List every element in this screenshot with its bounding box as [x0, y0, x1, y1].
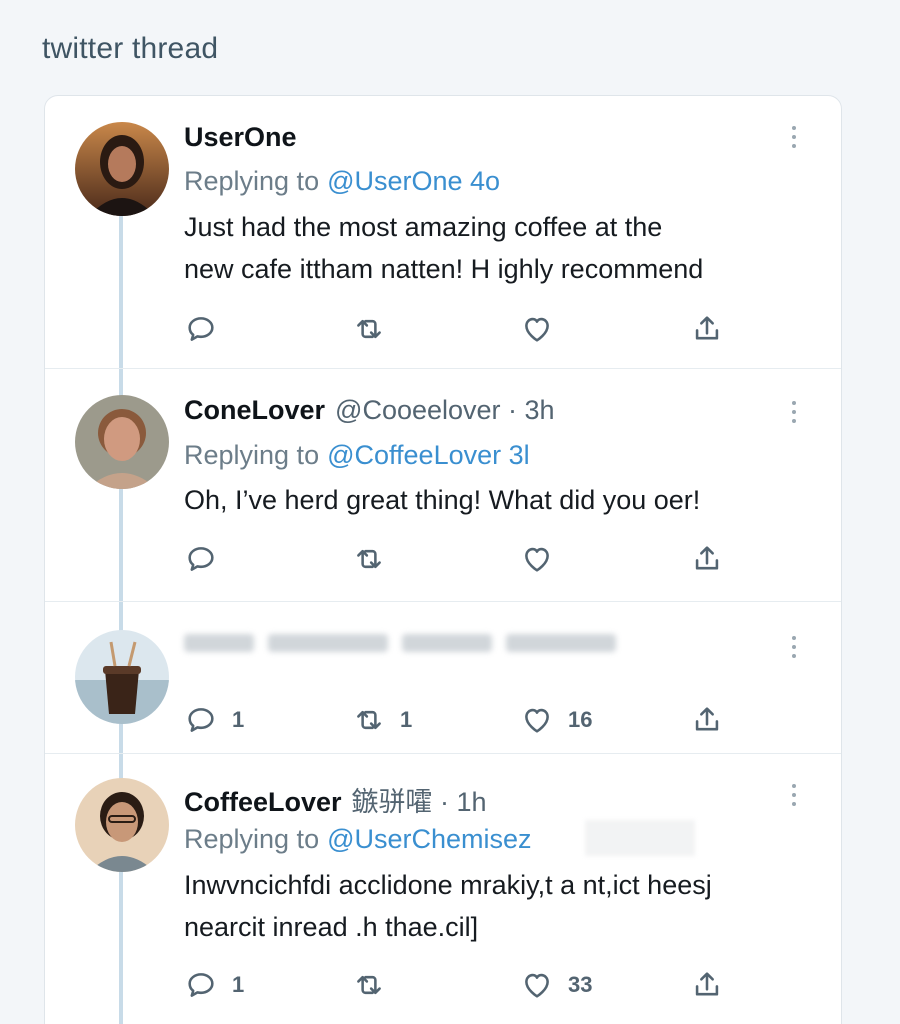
- tweet-text: Oh, I’ve herd great thing! What did you …: [184, 479, 824, 521]
- retweet-count: 1: [400, 707, 413, 732]
- reply-handle-link[interactable]: @UserOne 4o: [327, 166, 500, 196]
- page-heading: twitter thread: [42, 32, 219, 65]
- share-button[interactable]: [690, 309, 724, 349]
- share-icon: [695, 972, 719, 996]
- retweet-button[interactable]: 1: [352, 700, 412, 740]
- like-count: 16: [568, 707, 593, 732]
- reply-handle-link[interactable]: @UserChemisez: [327, 824, 531, 854]
- handle-and-time: @Cooeelover · 3h: [335, 395, 555, 425]
- replying-to-label: Replying to: [184, 824, 320, 854]
- retweet-icon: [357, 710, 381, 730]
- avatar-userone[interactable]: [75, 122, 169, 216]
- tweet-1[interactable]: UserOne Replying to @UserOne 4o Just had …: [45, 96, 841, 369]
- action-bar: [184, 539, 744, 579]
- tweet-3[interactable]: 1 1 16: [45, 602, 841, 754]
- reply-button[interactable]: [184, 309, 232, 349]
- avatar-coffeelover-image: [75, 778, 169, 872]
- display-name[interactable]: ConeLover: [184, 395, 325, 426]
- thread-card: UserOne Replying to @UserOne 4o Just had …: [44, 95, 842, 1024]
- avatar-coffee-cup-image: [75, 630, 169, 724]
- like-button[interactable]: [520, 309, 568, 349]
- share-button[interactable]: [690, 700, 724, 740]
- avatar-conelover[interactable]: [75, 395, 169, 489]
- like-button[interactable]: [520, 539, 568, 579]
- retweet-icon: [357, 319, 381, 339]
- heart-icon: [525, 547, 549, 572]
- display-name[interactable]: UserOne: [184, 122, 297, 153]
- tweet-text-line: Oh, I’ve herd great thing! What did you …: [184, 485, 701, 515]
- share-icon: [695, 546, 719, 570]
- avatar-coffee-cup[interactable]: [75, 630, 169, 724]
- display-name[interactable]: CoffeeLover: [184, 787, 342, 818]
- replying-to: Replying to @UserChemisez: [184, 824, 532, 855]
- like-button[interactable]: 33: [520, 965, 592, 1005]
- retweet-button[interactable]: [352, 965, 400, 1005]
- action-bar: 1 1 16: [184, 700, 744, 740]
- reply-button[interactable]: [184, 539, 232, 579]
- more-options-icon[interactable]: [789, 401, 799, 423]
- avatar-coffeelover[interactable]: [75, 778, 169, 872]
- more-options-icon[interactable]: [789, 636, 799, 658]
- reply-icon: [188, 708, 214, 732]
- retweet-button[interactable]: [352, 539, 400, 579]
- tweet-text-line: Just had the most amazing coffee at the: [184, 212, 663, 242]
- reply-count: 1: [232, 972, 245, 997]
- heart-icon: [525, 708, 549, 733]
- tweet-text-line: nearcit inread .h thae.cil]: [184, 912, 479, 942]
- replying-to: Replying to @UserOne 4o: [184, 166, 500, 197]
- tweet-header: CoffeeLover 鏃骈嚯 · 1h: [184, 780, 487, 817]
- avatar-conelover-image: [75, 395, 169, 489]
- blurred-header: [184, 634, 616, 652]
- heart-icon: [525, 973, 549, 998]
- retweet-icon: [357, 549, 381, 569]
- blurred-region: [585, 820, 695, 856]
- tweet-text-line: new cafe ittham natten! H ighly recommen…: [184, 254, 704, 284]
- retweet-icon: [357, 975, 381, 995]
- handle-and-time: 鏃骈嚯 · 1h: [351, 787, 487, 817]
- heart-icon: [525, 317, 549, 342]
- like-button[interactable]: 16: [520, 700, 592, 740]
- tweet-text-line: Inwvncichfdi acclidone mrakiy,t a nt,ict…: [184, 870, 712, 900]
- reply-icon: [188, 317, 214, 341]
- share-button[interactable]: [690, 965, 724, 1005]
- replying-to-label: Replying to: [184, 166, 320, 196]
- reply-icon: [188, 973, 214, 997]
- action-bar: 1 33: [184, 965, 744, 1005]
- more-options-icon[interactable]: [789, 126, 799, 148]
- reply-icon: [188, 547, 214, 571]
- replying-to-label: Replying to: [184, 440, 320, 470]
- tweet-2[interactable]: ConeLover @Cooeelover · 3h Replying to @C…: [45, 369, 841, 602]
- tweet-header: UserOne: [184, 122, 297, 154]
- more-options-icon[interactable]: [789, 784, 799, 806]
- retweet-button[interactable]: [352, 309, 400, 349]
- reply-handle-link[interactable]: @CoffeeLover 3l: [327, 440, 530, 470]
- reply-button[interactable]: 1: [184, 965, 244, 1005]
- share-icon: [695, 316, 719, 340]
- replying-to: Replying to @CoffeeLover 3l: [184, 440, 530, 471]
- share-icon: [695, 707, 719, 731]
- action-bar: [184, 309, 744, 349]
- like-count: 33: [568, 972, 593, 997]
- share-button[interactable]: [690, 539, 724, 579]
- tweet-4[interactable]: CoffeeLover 鏃骈嚯 · 1h Replying to @UserChe…: [45, 754, 841, 1024]
- tweet-text: Inwvncichfdi acclidone mrakiy,t a nt,ict…: [184, 864, 824, 948]
- reply-count: 1: [232, 707, 245, 732]
- avatar-userone-image: [75, 122, 169, 216]
- tweet-header: ConeLover @Cooeelover · 3h: [184, 395, 555, 427]
- reply-button[interactable]: 1: [184, 700, 244, 740]
- tweet-text: Just had the most amazing coffee at the …: [184, 206, 824, 290]
